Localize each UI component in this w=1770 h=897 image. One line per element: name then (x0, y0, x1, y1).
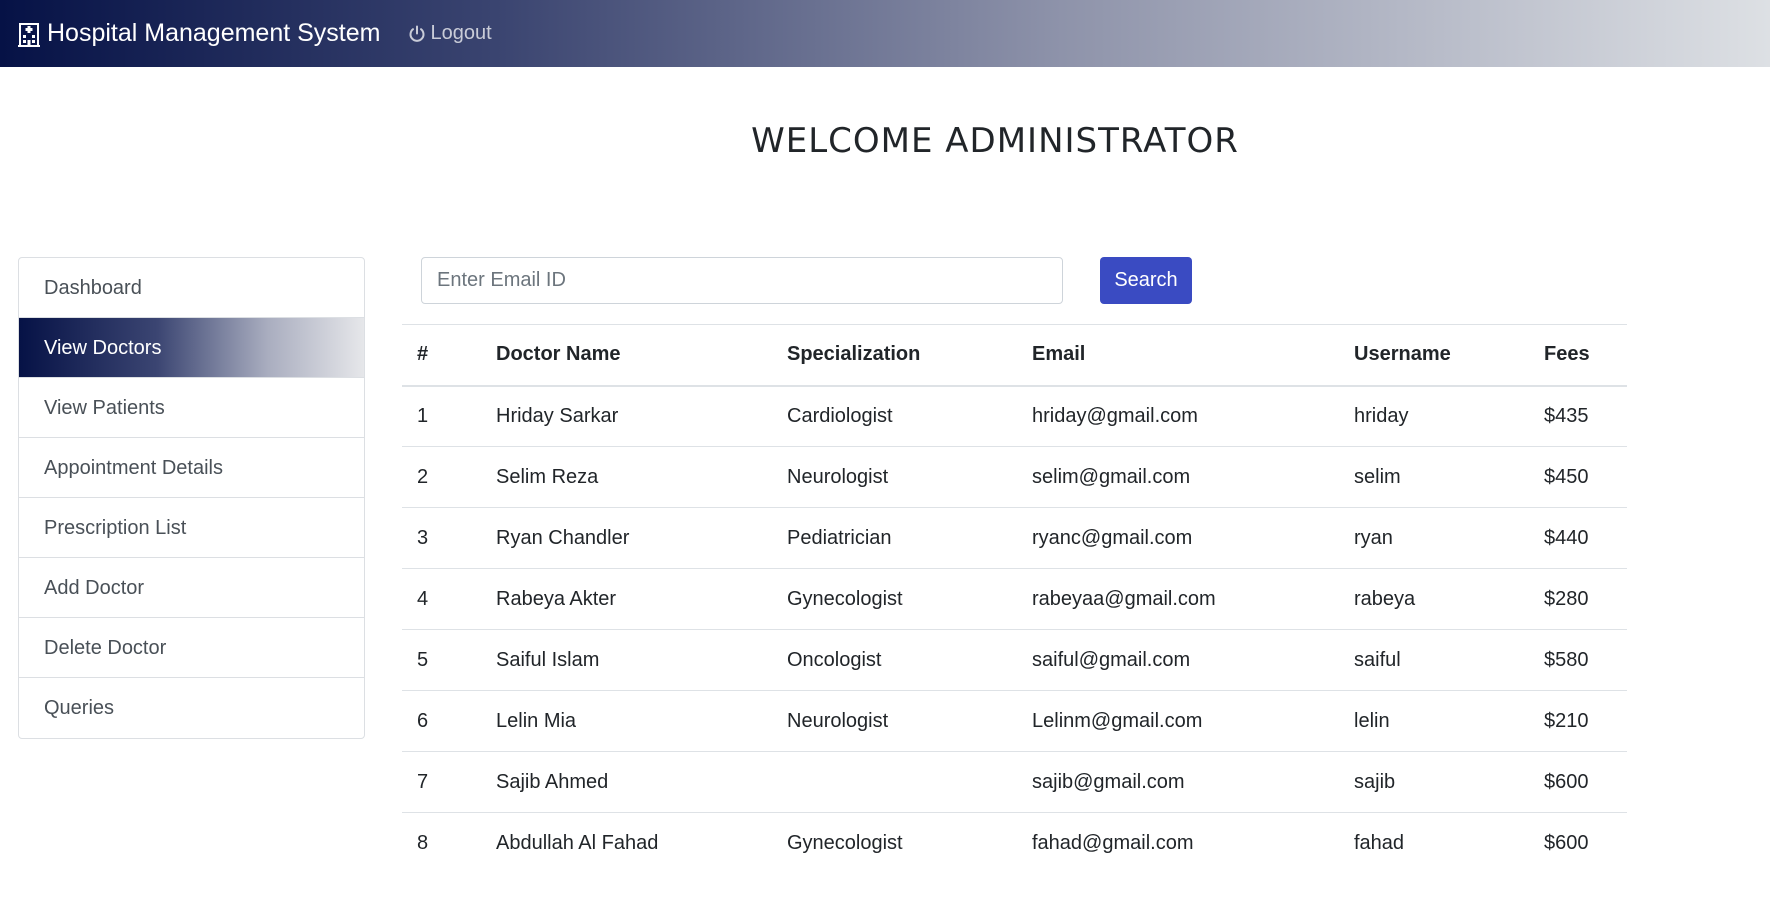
cell-number: 2 (417, 465, 429, 488)
hospital-building-icon (18, 21, 40, 47)
column-header-email: Email (1032, 343, 1086, 366)
column-header-username: Username (1354, 343, 1451, 366)
sidebar-item-prescription-list[interactable]: Prescription List (19, 498, 364, 558)
cell-email: saiful@gmail.com (1032, 648, 1191, 671)
cell-email: ryanc@gmail.com (1032, 526, 1193, 549)
cell-number: 7 (417, 770, 429, 793)
cell-doctor-name: Abdullah Al Fahad (496, 831, 659, 854)
table-row: 7 Sajib Ahmed sajib@gmail.com sajib $600 (402, 752, 1627, 813)
cell-doctor-name: Ryan Chandler (496, 526, 630, 549)
top-navbar: Hospital Management System Logout (0, 0, 1770, 67)
cell-doctor-name: Sajib Ahmed (496, 770, 609, 793)
cell-specialization (772, 752, 1017, 813)
cell-doctor-name: Saiful Islam (496, 648, 600, 671)
cell-doctor-name: Rabeya Akter (496, 587, 617, 610)
table-row: 5 Saiful Islam Oncologist saiful@gmail.c… (402, 630, 1627, 691)
cell-fees: $440 (1544, 526, 1589, 549)
cell-fees: $580 (1544, 648, 1589, 671)
cell-fees: $450 (1544, 465, 1589, 488)
brand-title: Hospital Management System (47, 19, 381, 47)
sidebar-item-add-doctor[interactable]: Add Doctor (19, 558, 364, 618)
column-header-number: # (417, 343, 429, 366)
brand[interactable]: Hospital Management System (18, 19, 380, 48)
cell-number: 3 (417, 526, 429, 549)
table-row: 2 Selim Reza Neurologist selim@gmail.com… (402, 447, 1627, 508)
sidebar-item-view-patients[interactable]: View Patients (19, 378, 364, 438)
cell-fees: $280 (1544, 587, 1589, 610)
table-row: 6 Lelin Mia Neurologist Lelinm@gmail.com… (402, 691, 1627, 752)
page-title: WELCOME ADMINISTRATOR (751, 121, 1239, 161)
cell-doctor-name: Hriday Sarkar (496, 404, 619, 427)
cell-email: selim@gmail.com (1032, 465, 1191, 488)
cell-doctor-name: Selim Reza (496, 465, 599, 488)
cell-email: sajib@gmail.com (1032, 770, 1185, 793)
cell-number: 6 (417, 709, 429, 732)
logout-label: Logout (430, 22, 492, 44)
table-row: 4 Rabeya Akter Gynecologist rabeyaa@gmai… (402, 569, 1627, 630)
cell-specialization: Pediatrician (787, 526, 892, 549)
column-header-doctor-name: Doctor Name (496, 343, 621, 366)
sidebar: Dashboard View Doctors View Patients App… (18, 257, 365, 739)
search-button[interactable]: Search (1100, 257, 1192, 304)
cell-number: 5 (417, 648, 429, 671)
table-row: 3 Ryan Chandler Pediatrician ryanc@gmail… (402, 508, 1627, 569)
table-row: 1 Hriday Sarkar Cardiologist hriday@gmai… (402, 386, 1627, 447)
cell-number: 8 (417, 831, 429, 854)
cell-username: sajib (1354, 770, 1396, 793)
cell-username: saiful (1354, 648, 1401, 671)
email-search-input[interactable] (421, 257, 1063, 304)
sidebar-item-appointment-details[interactable]: Appointment Details (19, 438, 364, 498)
sidebar-item-view-doctors[interactable]: View Doctors (19, 318, 364, 378)
doctors-table: # Doctor Name Specialization Email Usern… (402, 324, 1627, 874)
column-header-specialization: Specialization (787, 343, 921, 366)
cell-specialization: Oncologist (787, 648, 882, 671)
power-icon (408, 25, 426, 43)
column-header-fees: Fees (1544, 343, 1590, 366)
cell-username: fahad (1354, 831, 1405, 854)
cell-number: 1 (417, 404, 429, 427)
cell-fees: $600 (1544, 770, 1589, 793)
cell-email: fahad@gmail.com (1032, 831, 1194, 854)
cell-email: Lelinm@gmail.com (1032, 709, 1203, 732)
logout-link[interactable]: Logout (408, 22, 492, 45)
table-header-row: # Doctor Name Specialization Email Usern… (402, 324, 1627, 386)
cell-specialization: Gynecologist (787, 587, 903, 610)
table-row: 8 Abdullah Al Fahad Gynecologist fahad@g… (402, 813, 1627, 874)
cell-username: ryan (1354, 526, 1393, 549)
sidebar-item-dashboard[interactable]: Dashboard (19, 258, 364, 318)
cell-fees: $435 (1544, 404, 1589, 427)
cell-specialization: Cardiologist (787, 404, 893, 427)
sidebar-item-delete-doctor[interactable]: Delete Doctor (19, 618, 364, 678)
cell-email: rabeyaa@gmail.com (1032, 587, 1216, 610)
cell-username: rabeya (1354, 587, 1416, 610)
cell-specialization: Neurologist (787, 465, 889, 488)
cell-fees: $600 (1544, 831, 1589, 854)
cell-username: hriday (1354, 404, 1409, 427)
cell-fees: $210 (1544, 709, 1589, 732)
cell-doctor-name: Lelin Mia (496, 709, 577, 732)
cell-email: hriday@gmail.com (1032, 404, 1198, 427)
sidebar-item-queries[interactable]: Queries (19, 678, 364, 738)
cell-specialization: Neurologist (787, 709, 889, 732)
cell-number: 4 (417, 587, 429, 610)
cell-username: lelin (1354, 709, 1390, 732)
cell-specialization: Gynecologist (787, 831, 903, 854)
cell-username: selim (1354, 465, 1401, 488)
